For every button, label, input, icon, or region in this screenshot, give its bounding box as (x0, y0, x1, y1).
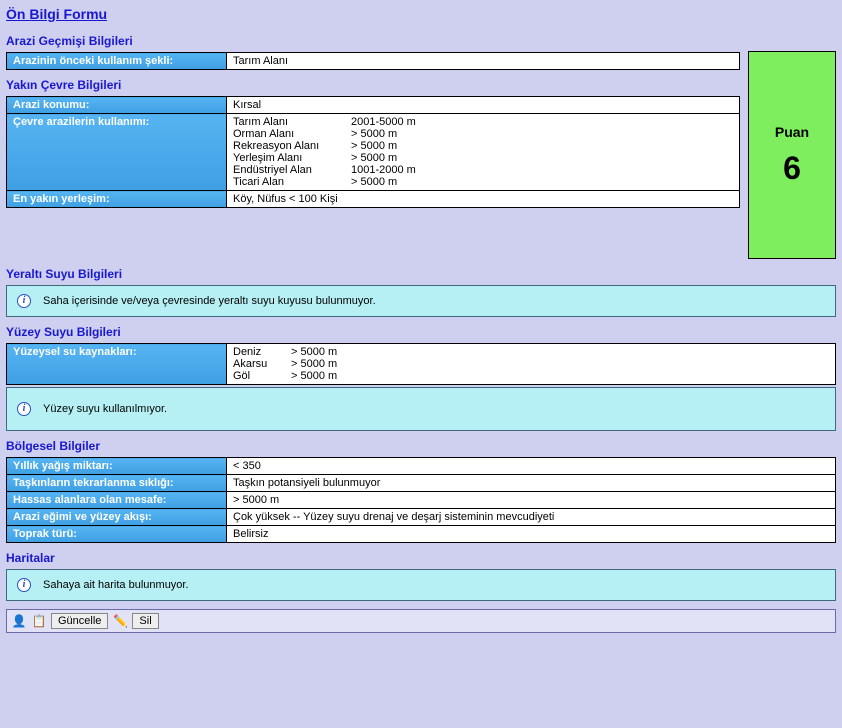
kv-row: Deniz > 5000 m (233, 346, 829, 358)
env-usage-list: Tarım Alanı 2001-5000 m Orman Alanı > 5000 … (227, 114, 740, 191)
user-icon[interactable]: 👤 (11, 613, 27, 629)
flood-value: Taşkın potansiyeli bulunmuyor (227, 475, 836, 492)
section-surfacewater: Yüzey Suyu Bilgileri (6, 325, 836, 339)
info-icon: i (17, 402, 31, 416)
kv-key: Ticari Alan (233, 176, 343, 188)
info-icon: i (17, 578, 31, 592)
maps-info: i Sahaya ait harita bulunmuyor. (6, 569, 836, 601)
slope-label: Arazi eğimi ve yüzey akışı: (7, 509, 227, 526)
toolbar: 👤 📋 Güncelle ✏️ Sil (6, 609, 836, 633)
env-usage-label: Çevre arazilerin kullanımı: (7, 114, 227, 191)
kv-dist: > 5000 m (351, 140, 451, 152)
rain-value: < 350 (227, 458, 836, 475)
score-panel: Puan 6 (748, 51, 836, 259)
kv-key: Deniz (233, 346, 283, 358)
copy-icon[interactable]: 📋 (31, 613, 47, 629)
history-table: Arazinin önceki kullanım şekli: Tarım Al… (6, 52, 740, 70)
kv-key: Tarım Alanı (233, 116, 343, 128)
kv-row: Akarsu > 5000 m (233, 358, 829, 370)
section-environment: Yakın Çevre Bilgileri (6, 78, 740, 92)
kv-row: Endüstriyel Alan 1001-2000 m (233, 164, 733, 176)
flood-label: Taşkınların tekrarlanma sıklığı: (7, 475, 227, 492)
rain-label: Yıllık yağış miktarı: (7, 458, 227, 475)
delete-button[interactable]: Sil (132, 613, 158, 629)
soil-label: Toprak türü: (7, 526, 227, 543)
location-value: Kırsal (227, 97, 740, 114)
surfacewater-info: i Yüzey suyu kullanılmıyor. (6, 387, 836, 431)
regional-table: Yıllık yağış miktarı: < 350 Taşkınların … (6, 457, 836, 543)
kv-key: Akarsu (233, 358, 283, 370)
page-title: Ön Bilgi Formu (6, 6, 836, 22)
surface-sources-list: Deniz > 5000 m Akarsu > 5000 m Göl > 5000 m (227, 344, 836, 385)
kv-dist: > 5000 m (351, 152, 451, 164)
section-regional: Bölgesel Bilgiler (6, 439, 836, 453)
kv-dist: > 5000 m (351, 176, 451, 188)
soil-value: Belirsiz (227, 526, 836, 543)
settlement-value: Köy, Nüfus < 100 Kişi (227, 191, 740, 208)
kv-key: Rekreasyon Alanı (233, 140, 343, 152)
kv-key: Yerleşim Alanı (233, 152, 343, 164)
groundwater-info: i Saha içerisinde ve/veya çevresinde yer… (6, 285, 836, 317)
kv-row: Orman Alanı > 5000 m (233, 128, 733, 140)
eraser-icon[interactable]: ✏️ (112, 613, 128, 629)
groundwater-info-text: Saha içerisinde ve/veya çevresinde yeral… (43, 295, 376, 307)
slope-value: Çok yüksek -- Yüzey suyu drenaj ve deşar… (227, 509, 836, 526)
surfacewater-info-text: Yüzey suyu kullanılmıyor. (43, 403, 167, 415)
prev-use-label: Arazinin önceki kullanım şekli: (7, 53, 227, 70)
kv-row: Yerleşim Alanı > 5000 m (233, 152, 733, 164)
kv-dist: 1001-2000 m (351, 164, 451, 176)
sensitive-label: Hassas alanlara olan mesafe: (7, 492, 227, 509)
section-groundwater: Yeraltı Suyu Bilgileri (6, 267, 836, 281)
kv-row: Ticari Alan > 5000 m (233, 176, 733, 188)
kv-dist: > 5000 m (291, 358, 381, 370)
kv-dist: > 5000 m (351, 128, 451, 140)
section-maps: Haritalar (6, 551, 836, 565)
location-label: Arazi konumu: (7, 97, 227, 114)
kv-key: Endüstriyel Alan (233, 164, 343, 176)
score-label: Puan (775, 124, 809, 140)
sensitive-value: > 5000 m (227, 492, 836, 509)
settlement-label: En yakın yerleşim: (7, 191, 227, 208)
update-button[interactable]: Güncelle (51, 613, 108, 629)
prev-use-value: Tarım Alanı (227, 53, 740, 70)
maps-info-text: Sahaya ait harita bulunmuyor. (43, 579, 189, 591)
surface-sources-label: Yüzeysel su kaynakları: (7, 344, 227, 385)
section-history: Arazi Geçmişi Bilgileri (6, 34, 740, 48)
surfacewater-table: Yüzeysel su kaynakları: Deniz> 5000 mAka… (6, 343, 836, 385)
score-value: 6 (783, 150, 801, 187)
kv-row: Göl > 5000 m (233, 370, 829, 382)
info-icon: i (17, 294, 31, 308)
kv-key: Göl (233, 370, 283, 382)
kv-row: Tarım Alanı 2001-5000 m (233, 116, 733, 128)
kv-row: Rekreasyon Alanı > 5000 m (233, 140, 733, 152)
environment-table: Arazi konumu: Kırsal Çevre arazilerin ku… (6, 96, 740, 208)
kv-dist: > 5000 m (291, 346, 381, 358)
kv-key: Orman Alanı (233, 128, 343, 140)
kv-dist: 2001-5000 m (351, 116, 451, 128)
kv-dist: > 5000 m (291, 370, 381, 382)
